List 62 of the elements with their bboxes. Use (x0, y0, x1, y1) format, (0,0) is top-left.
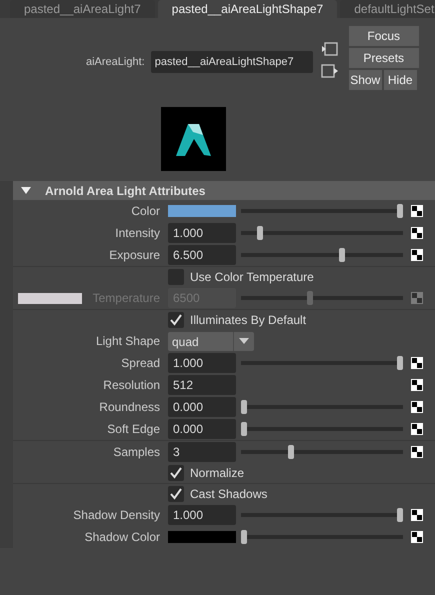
attribute-label: Shadow Density (73, 508, 160, 522)
map-texture-icon[interactable] (411, 509, 423, 521)
value-field[interactable]: 1.000 (168, 505, 236, 525)
map-texture-icon[interactable] (411, 423, 423, 435)
slider-thumb[interactable] (241, 400, 247, 414)
node-label: aiAreaLight: (86, 56, 145, 68)
slider-thumb[interactable] (241, 530, 247, 544)
map-texture-icon[interactable] (411, 227, 423, 239)
map-texture-icon[interactable] (411, 205, 423, 217)
slider-thumb[interactable] (397, 204, 403, 218)
checkbox[interactable] (168, 486, 184, 502)
slider-thumb[interactable] (339, 248, 346, 262)
collapse-arrow-icon[interactable] (21, 186, 31, 194)
attribute-label: Shadow Color (84, 530, 160, 544)
value-field[interactable]: 1.000 (168, 353, 236, 373)
checkbox-label: Use Color Temperature (190, 270, 314, 284)
input-connection-icon[interactable] (320, 42, 339, 56)
map-texture-icon[interactable] (411, 401, 423, 413)
attribute-label: Roundness (99, 400, 160, 414)
slider-thumb[interactable] (288, 445, 294, 459)
slider-thumb[interactable] (241, 422, 247, 436)
slider-thumb[interactable] (397, 356, 403, 370)
slider-thumb[interactable] (256, 226, 263, 240)
value-field[interactable]: 512 (168, 375, 236, 395)
arnold-logo-drawing (161, 107, 226, 171)
color-swatch[interactable] (168, 205, 236, 217)
checkbox-label: Illuminates By Default (190, 313, 306, 327)
attribute-label: Resolution (103, 378, 160, 392)
output-connection-icon[interactable] (320, 64, 339, 78)
panel-button[interactable]: Hide (384, 70, 417, 90)
value-field[interactable]: 0.000 (168, 397, 236, 417)
panel-button[interactable]: Presets (348, 48, 419, 68)
attribute-label: Spread (121, 356, 160, 370)
attribute-label: Intensity (115, 226, 160, 240)
panel-button[interactable]: Show (348, 70, 382, 90)
tab[interactable]: pasted__aiAreaLightShape7 (158, 0, 338, 18)
node-name-field[interactable]: pasted__aiAreaLightShape7 (150, 51, 313, 73)
attribute-label: Soft Edge (107, 422, 160, 436)
attribute-label: Color (131, 204, 160, 218)
value-field[interactable]: 0.000 (168, 419, 236, 439)
attribute-label: Light Shape (96, 334, 160, 348)
map-texture-icon[interactable] (411, 249, 423, 261)
color-swatch[interactable] (168, 531, 236, 543)
checkbox[interactable] (168, 465, 184, 481)
value-field[interactable]: 1.000 (168, 223, 236, 243)
panel-button[interactable]: Focus (348, 26, 419, 46)
slider-thumb[interactable] (397, 508, 403, 522)
checkbox-label: Cast Shadows (190, 487, 268, 501)
value-field[interactable]: 3 (168, 442, 236, 462)
map-texture-icon[interactable] (411, 531, 423, 543)
attribute-label: Samples (113, 445, 160, 459)
map-texture-icon[interactable] (411, 446, 423, 458)
caret-icon[interactable] (239, 338, 249, 344)
attribute-label: Exposure (109, 248, 160, 262)
checkbox-label: Normalize (190, 466, 244, 480)
dropdown[interactable]: quad (168, 332, 254, 350)
checkbox[interactable] (168, 312, 184, 328)
map-texture-icon[interactable] (411, 357, 423, 369)
map-texture-icon[interactable] (411, 379, 423, 391)
checkbox[interactable] (168, 269, 184, 285)
value-field[interactable]: 6.500 (168, 245, 236, 265)
section-header[interactable]: Arnold Area Light Attributes (13, 181, 435, 200)
